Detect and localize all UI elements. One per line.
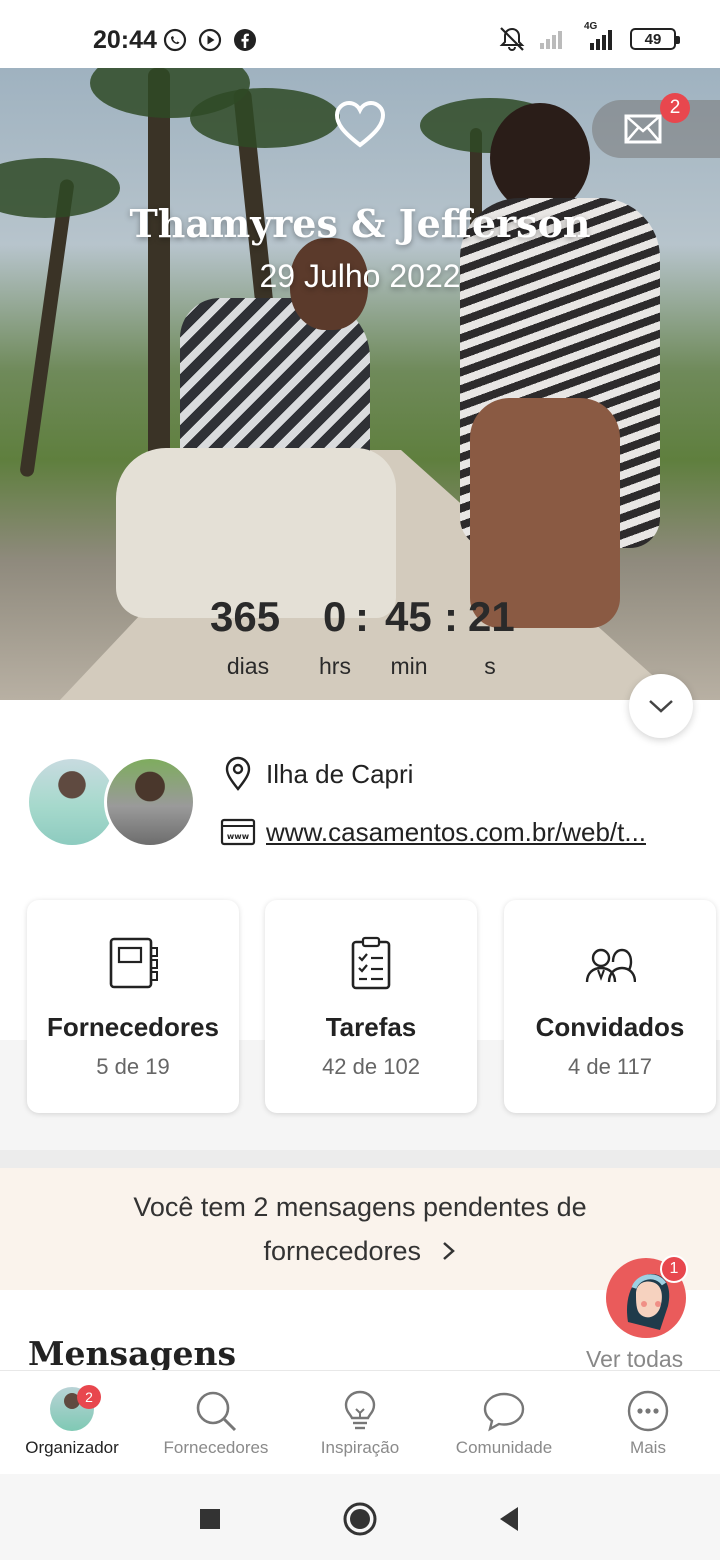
status-app-icons <box>163 28 257 52</box>
notebook-icon <box>109 937 158 989</box>
messages-section-title: Mensagens <box>28 1334 237 1373</box>
location-pin-icon <box>225 756 251 791</box>
status-right: 4G 49 <box>498 21 680 52</box>
countdown-days-label: dias <box>226 653 270 679</box>
heart-icon <box>334 100 386 148</box>
whatsapp-icon <box>163 28 187 52</box>
battery-icon: 49 <box>630 28 680 50</box>
wedding-date: 29 Julho 2022 <box>259 258 461 294</box>
avatar <box>104 756 196 848</box>
card-fornecedores[interactable]: Fornecedores 5 de 19 <box>27 900 239 1113</box>
nav-fornecedores[interactable]: Fornecedores <box>144 1371 288 1475</box>
pending-messages-banner[interactable]: Você tem 2 mensagens pendentes de fornec… <box>0 1168 720 1290</box>
more-icon <box>627 1390 669 1432</box>
countdown-days: 365 <box>210 593 281 640</box>
svg-text:www: www <box>227 832 250 841</box>
countdown: 365 0 : 45 : 21 dias hrs min s <box>0 593 720 683</box>
signal-weak-icon <box>540 31 562 49</box>
website-icon: www <box>220 818 256 846</box>
nav-inspiracao[interactable]: Inspiração <box>288 1371 432 1475</box>
system-nav-bar <box>0 1474 720 1560</box>
nav-badge: 2 <box>77 1385 101 1409</box>
nav-label: Comunidade <box>455 1438 553 1457</box>
mail-badge: 2 <box>660 93 690 123</box>
countdown-minutes-label: min <box>390 653 428 679</box>
facebook-icon <box>234 29 256 51</box>
card-title: Convidados <box>535 1012 685 1042</box>
countdown-separator: : <box>355 593 369 640</box>
website-row[interactable]: www www.casamentos.com.br/web/t... <box>220 814 646 850</box>
signal-4g-icon: 4G <box>580 21 618 51</box>
clipboard-checklist-icon <box>351 936 391 990</box>
lightbulb-icon <box>344 1390 376 1430</box>
card-tarefas[interactable]: Tarefas 42 de 102 <box>265 900 477 1113</box>
couple-avatars[interactable] <box>26 756 196 850</box>
card-title: Fornecedores <box>47 1012 219 1042</box>
location-row: Ilha de Capri <box>220 756 413 792</box>
divider <box>0 1150 720 1168</box>
location-text: Ilha de Capri <box>266 758 414 789</box>
countdown-minutes: 45 <box>385 593 432 640</box>
pending-line-2-row[interactable]: fornecedores <box>0 1236 720 1267</box>
nav-label: Mais <box>630 1438 666 1457</box>
chat-bubble-icon <box>483 1392 525 1432</box>
mute-bell-icon <box>499 27 525 51</box>
hero-photo: Thamyres & Jefferson 29 Julho 2022 2 365… <box>0 68 720 700</box>
countdown-hours: 0 <box>323 593 347 640</box>
card-subtitle: 4 de 117 <box>567 1054 652 1079</box>
guests-icon <box>585 948 636 983</box>
messages-button[interactable]: 2 <box>592 93 720 158</box>
status-bar: 20:44 4G 49 <box>0 0 720 68</box>
search-icon <box>196 1391 237 1432</box>
battery-level: 49 <box>644 30 662 48</box>
countdown-hours-label: hrs <box>319 653 351 679</box>
couple-names: Thamyres & Jefferson <box>129 201 591 246</box>
play-icon <box>198 28 222 52</box>
mail-icon <box>624 114 662 144</box>
countdown-seconds-label: s <box>484 653 496 679</box>
website-link[interactable]: www.casamentos.com.br/web/t... <box>266 817 646 848</box>
pending-line-2: fornecedores <box>263 1236 422 1266</box>
chevron-down-icon <box>649 700 673 713</box>
recents-icon[interactable] <box>193 1502 227 1536</box>
assistant-badge: 1 <box>660 1255 688 1283</box>
chevron-right-icon <box>442 1242 455 1260</box>
nav-label: Organizador <box>25 1438 119 1457</box>
nav-label: Fornecedores <box>163 1438 269 1457</box>
nav-mais[interactable]: Mais <box>576 1371 720 1475</box>
pending-line-1: Você tem 2 mensagens pendentes de <box>133 1192 587 1222</box>
status-time: 20:44 <box>93 26 157 54</box>
home-icon[interactable] <box>343 1502 377 1536</box>
card-subtitle: 5 de 19 <box>96 1054 170 1079</box>
see-all-link[interactable]: Ver todas <box>586 1346 683 1373</box>
countdown-separator: : <box>444 593 458 640</box>
nav-label: Inspiração <box>320 1438 400 1457</box>
nav-comunidade[interactable]: Comunidade <box>432 1371 576 1475</box>
collapse-hero-button[interactable] <box>629 674 693 738</box>
countdown-seconds: 21 <box>468 593 515 640</box>
card-convidados[interactable]: Convidados 4 de 117 <box>504 900 716 1113</box>
card-title: Tarefas <box>325 1012 417 1042</box>
card-subtitle: 42 de 102 <box>322 1054 420 1079</box>
nav-organizador[interactable]: 2 Organizador <box>0 1371 144 1475</box>
back-icon[interactable] <box>493 1502 527 1536</box>
bottom-nav: 2 Organizador Fornecedores Inspiração Co… <box>0 1370 720 1474</box>
